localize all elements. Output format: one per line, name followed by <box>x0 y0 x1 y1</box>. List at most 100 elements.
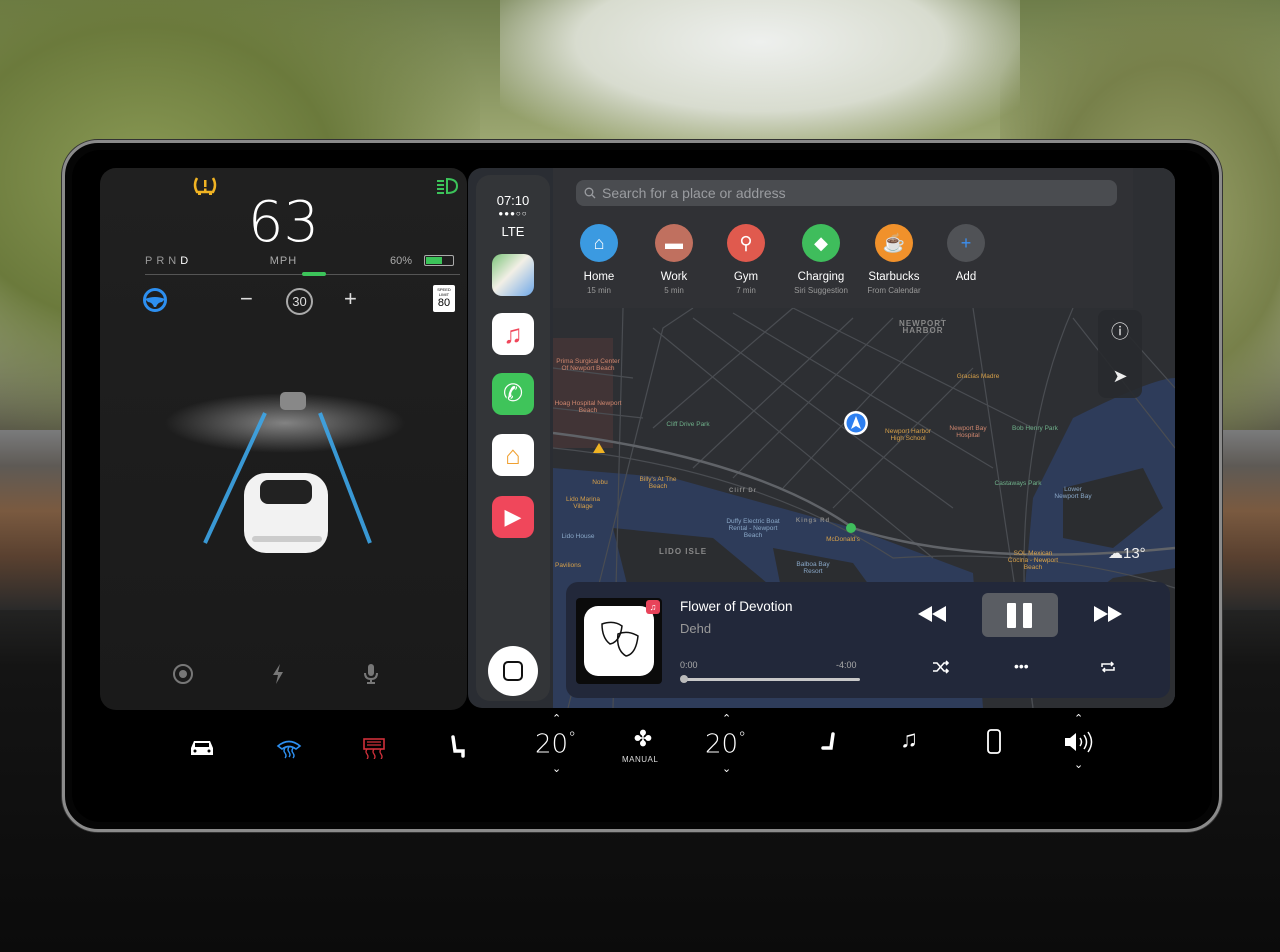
favorite-home[interactable]: ⌂ Home 15 min <box>559 224 639 295</box>
network-type: LTE <box>501 224 525 239</box>
rear-defrost-icon[interactable] <box>362 737 386 759</box>
pin-icon: ⚲ <box>727 224 765 262</box>
pause-icon <box>1007 603 1016 628</box>
map-poi-mcdonalds[interactable]: McDonald's <box>813 536 873 543</box>
now-playing-card: ♫ Flower of Devotion Dehd 0:00 -4:00 ••• <box>566 582 1170 698</box>
maps-app-icon[interactable] <box>492 254 534 296</box>
recenter-button[interactable]: ➤ <box>1098 354 1142 398</box>
degree-symbol: ° <box>738 728 747 747</box>
background-sky <box>500 0 1020 140</box>
passenger-seat-heater-icon[interactable] <box>820 732 836 756</box>
microphone-icon[interactable] <box>362 663 380 685</box>
driving-panel: 63 PRND MPH 60% − 30 + SPEED LIMIT 80 <box>100 168 467 710</box>
lightning-icon[interactable] <box>270 663 286 685</box>
front-defrost-icon[interactable] <box>276 737 302 759</box>
autosteer-wheel-icon[interactable] <box>142 287 168 313</box>
map-poi-lido-house[interactable]: Lido House <box>553 533 603 540</box>
album-art[interactable]: ♫ <box>576 598 662 684</box>
track-artist: Dehd <box>680 621 712 636</box>
more-options-button[interactable]: ••• <box>1014 658 1029 674</box>
map-street-cliff-dr: Cliff Dr <box>729 488 757 494</box>
favorite-gym[interactable]: ⚲ Gym 7 min <box>706 224 786 295</box>
map-poi-balboa[interactable]: Balboa Bay Resort <box>788 561 838 575</box>
passenger-temp-up-button[interactable]: ⌃ <box>722 712 731 725</box>
music-app-icon[interactable]: ♫ <box>492 313 534 355</box>
map-poi-hoag[interactable]: Hoag Hospital Newport Beach <box>553 400 623 414</box>
map-poi-high-school[interactable]: Newport Harbor High School <box>878 428 938 442</box>
map-poi-pavilions[interactable]: Pavilions <box>553 562 583 569</box>
volume-icon[interactable] <box>1063 730 1093 754</box>
speed-readout: 63 <box>247 190 320 255</box>
favorite-name: Charging <box>797 271 845 283</box>
videos-app-icon[interactable]: ▶ <box>492 496 534 538</box>
map-poi-lido-marina[interactable]: Lido Marina Village <box>558 496 608 510</box>
carplay-dock: 07:10 ●●●○○ LTE ♫ ✆ ⌂ ▶ <box>476 175 550 701</box>
briefcase-icon: ▬ <box>655 224 693 262</box>
favorite-name: Starbucks <box>868 271 920 283</box>
map-label-lido-isle: LIDO ISLE <box>658 547 708 556</box>
favorite-name: Add <box>955 271 977 283</box>
favorite-starbucks[interactable]: ☕ Starbucks From Calendar <box>854 224 934 295</box>
cloud-icon: ☁ <box>1108 545 1123 562</box>
home-app-icon[interactable]: ⌂ <box>492 434 534 476</box>
map-info-button[interactable]: ⓘ <box>1098 310 1142 354</box>
passenger-temp-down-button[interactable]: ⌄ <box>722 762 731 775</box>
search-input[interactable]: Search for a place or address <box>576 180 1117 206</box>
map-poi-prima[interactable]: Prima Surgical Center Of Newport Beach <box>553 358 623 372</box>
favorite-charging[interactable]: ◆ Charging Siri Suggestion <box>781 224 861 295</box>
map-label-newport-harbor: NEWPORT HARBOR <box>899 319 947 335</box>
map-poi-castaways-park[interactable]: Castaways Park <box>983 480 1053 487</box>
carplay-screen: NEWPORT HARBOR Prima Surgical Center Of … <box>468 168 1175 708</box>
music-icon[interactable]: ♫ <box>889 726 929 754</box>
fast-forward-button[interactable] <box>1092 604 1124 624</box>
map-poi-bob-henry-park[interactable]: Bob Henry Park <box>1005 425 1065 432</box>
driver-temp-up-button[interactable]: ⌃ <box>552 712 561 725</box>
phone-app-icon[interactable]: ✆ <box>492 373 534 415</box>
volume-up-button[interactable]: ⌃ <box>1074 712 1083 725</box>
rewind-button[interactable] <box>916 604 948 624</box>
speed-limit-sign: SPEED LIMIT 80 <box>433 285 455 312</box>
favorite-add[interactable]: + Add <box>926 224 1006 286</box>
car-icon[interactable] <box>188 738 216 758</box>
shuffle-button[interactable] <box>932 660 950 674</box>
pause-button[interactable] <box>982 593 1058 637</box>
map-poi-nobu[interactable]: Nobu <box>585 479 615 486</box>
map-poi-duffy[interactable]: Duffy Electric Boat Rental - Newport Bea… <box>723 518 783 539</box>
map-poi-sol[interactable]: SOL Mexican Cocina - Newport Beach <box>1003 550 1063 571</box>
map-poi-cliff-drive-park[interactable]: Cliff Drive Park <box>648 421 728 428</box>
track-title: Flower of Devotion <box>680 599 793 614</box>
decrease-speed-button[interactable]: − <box>240 286 253 312</box>
fan-icon[interactable]: ✤ <box>628 726 658 752</box>
driver-temp: 20° <box>535 728 576 760</box>
driver-seat-heater-icon[interactable] <box>450 735 466 759</box>
battery-percent: 60% <box>390 255 413 267</box>
map-label-lower-bay: Lower Newport Bay <box>1054 486 1092 500</box>
camera-icon[interactable] <box>172 663 194 685</box>
driver-temp-value: 20 <box>535 729 569 760</box>
coffee-icon: ☕ <box>875 224 913 262</box>
weather-temp: 13° <box>1123 545 1146 562</box>
speed-limit-value: 80 <box>437 297 451 309</box>
repeat-button[interactable] <box>1100 660 1116 674</box>
remaining-time: -4:00 <box>836 660 857 670</box>
passenger-temp-value: 20 <box>705 729 739 760</box>
map-poi-gracias-madre[interactable]: Gracias Madre <box>948 373 1008 380</box>
favorite-work[interactable]: ▬ Work 5 min <box>634 224 714 295</box>
progress-scrubber[interactable] <box>680 675 688 683</box>
increase-speed-button[interactable]: + <box>344 286 357 312</box>
carplay-home-button[interactable] <box>488 646 538 696</box>
map-poi-hospital[interactable]: Newport Bay Hospital <box>938 425 998 439</box>
volume-down-button[interactable]: ⌄ <box>1074 758 1083 771</box>
fan-mode-label[interactable]: MANUAL <box>622 755 658 764</box>
driver-temp-down-button[interactable]: ⌄ <box>552 762 561 775</box>
favorite-name: Gym <box>733 271 759 283</box>
favorite-subtitle: Siri Suggestion <box>794 286 848 295</box>
status-time: 07:10 <box>496 193 530 208</box>
map-street-kings-rd: Kings Rd <box>795 518 831 524</box>
favorite-subtitle: From Calendar <box>867 286 921 295</box>
progress-bar[interactable] <box>682 678 860 681</box>
home-square-icon <box>503 661 523 681</box>
passenger-temp: 20° <box>705 728 746 760</box>
phone-icon[interactable] <box>986 729 1002 755</box>
map-poi-billys[interactable]: Billy's At The Beach <box>633 476 683 490</box>
